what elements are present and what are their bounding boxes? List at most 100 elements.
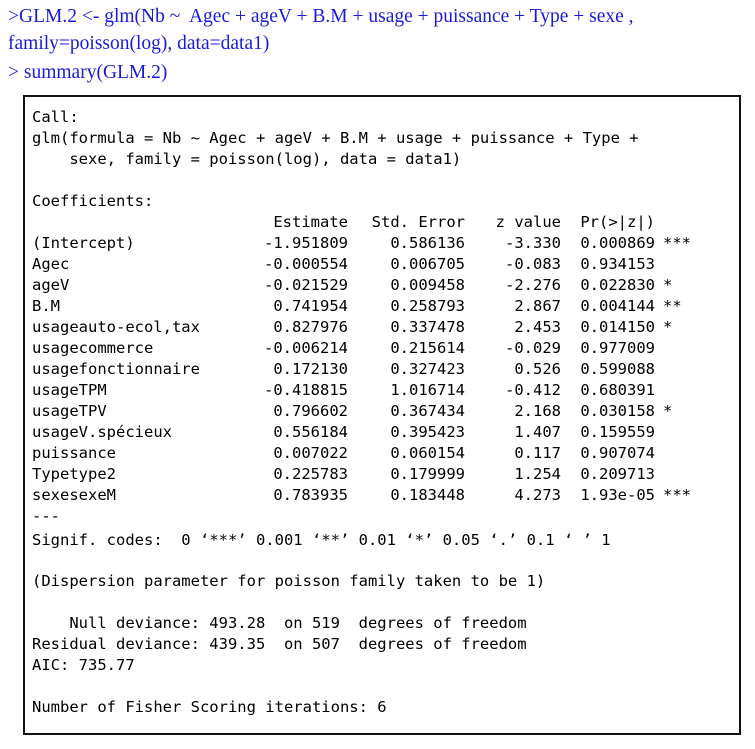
dispersion-note: (Dispersion parameter for poisson family…: [32, 572, 546, 590]
cell-term: usagefonctionnaire: [32, 360, 200, 378]
cell-z-value: 4.273: [514, 486, 561, 504]
cell-std-error: 0.006705: [390, 255, 465, 273]
cell-term: B.M: [32, 297, 60, 315]
table-row: sexesexeM 0.783935 0.183448 4.273 1.93e-05 **…: [32, 485, 703, 506]
residual-deviance: Residual deviance: 439.35 on 507 degrees…: [32, 635, 527, 653]
call-line-2: sexe, family = poisson(log), data = data…: [32, 150, 462, 168]
cell-signif: [655, 422, 703, 443]
header-std-error: Std. Error: [371, 213, 465, 231]
table-row: usagefonctionnaire 0.172130 0.327423 0.526 0…: [32, 359, 703, 380]
cell-estimate: 0.007022: [273, 444, 348, 462]
cell-z-value: -3.330: [505, 234, 561, 252]
table-row: Typetype2 0.225783 0.179999 1.254 0.209713: [32, 464, 703, 485]
cell-std-error: 0.009458: [390, 276, 465, 294]
cell-term: (Intercept): [32, 234, 135, 252]
cell-std-error: 0.215614: [390, 339, 465, 357]
cell-estimate: 0.741954: [273, 297, 348, 315]
cell-estimate: 0.225783: [273, 465, 348, 483]
cell-z-value: 0.526: [514, 360, 561, 378]
cell-p-value: 0.004144: [580, 297, 655, 315]
header-z-value: z value: [495, 213, 561, 231]
cell-z-value: 1.254: [514, 465, 561, 483]
command-line-3: > summary(GLM.2): [8, 62, 168, 83]
null-deviance: Null deviance: 493.28 on 519 degrees of …: [32, 614, 527, 632]
cell-term: usageTPM: [32, 381, 107, 399]
table-row: usageV.spécieux 0.556184 0.395423 1.407 0.15…: [32, 422, 703, 443]
header-p-value: Pr(>|z|): [580, 213, 655, 231]
cell-signif: *: [663, 318, 673, 336]
cell-std-error: 0.258793: [390, 297, 465, 315]
coefficients-label: Coefficients:: [32, 192, 154, 210]
table-row: puissance 0.007022 0.060154 0.117 0.907074: [32, 443, 703, 464]
cell-estimate: -0.021529: [264, 276, 348, 294]
cell-p-value: 0.022830: [580, 276, 655, 294]
cell-term: usageauto-ecol,tax: [32, 318, 200, 336]
header-term: [32, 212, 232, 233]
signif-codes: Signif. codes: 0 ‘***’ 0.001 ‘**’ 0.01 ‘…: [32, 531, 611, 549]
cell-std-error: 0.367434: [390, 402, 465, 420]
cell-term: usageV.spécieux: [32, 423, 172, 441]
cell-estimate: 0.796602: [273, 402, 348, 420]
separator: ---: [32, 507, 60, 525]
cell-estimate: -0.000554: [264, 255, 348, 273]
cell-z-value: 1.407: [514, 423, 561, 441]
cell-signif: *: [663, 276, 673, 294]
cell-z-value: 2.453: [514, 318, 561, 336]
cell-z-value: -2.276: [505, 276, 561, 294]
cell-signif: [655, 464, 703, 485]
command-line-1: >GLM.2 <- glm(Nb ~ Agec + ageV + B.M + u…: [8, 6, 634, 27]
cell-signif: ***: [663, 234, 691, 252]
table-row: usageTPM -0.418815 1.016714 -0.412 0.680391: [32, 380, 703, 401]
cell-p-value: 0.159559: [580, 423, 655, 441]
cell-std-error: 0.586136: [390, 234, 465, 252]
cell-signif: ***: [663, 486, 691, 504]
table-row: usageauto-ecol,tax 0.827976 0.337478 2.453 0…: [32, 317, 703, 338]
cell-std-error: 0.395423: [390, 423, 465, 441]
cell-p-value: 0.209713: [580, 465, 655, 483]
cell-signif: [655, 380, 703, 401]
cell-z-value: 2.867: [514, 297, 561, 315]
aic: AIC: 735.77: [32, 656, 135, 674]
cell-signif: [655, 338, 703, 359]
table-row: (Intercept) -1.951809 0.586136 -3.330 0.0008…: [32, 233, 703, 254]
cell-signif: *: [663, 402, 673, 420]
cell-p-value: 0.599088: [580, 360, 655, 378]
fisher-iterations: Number of Fisher Scoring iterations: 6: [32, 698, 387, 716]
table-row: B.M 0.741954 0.258793 2.867 0.004144 **: [32, 296, 703, 317]
cell-p-value: 0.680391: [580, 381, 655, 399]
cell-estimate: 0.783935: [273, 486, 348, 504]
table-row: ageV -0.021529 0.009458 -2.276 0.022830 *: [32, 275, 703, 296]
cell-estimate: -0.006214: [264, 339, 348, 357]
cell-term: puissance: [32, 444, 116, 462]
cell-std-error: 0.179999: [390, 465, 465, 483]
cell-term: ageV: [32, 276, 70, 294]
header-estimate: Estimate: [273, 213, 348, 231]
cell-signif: [655, 443, 703, 464]
cell-estimate: 0.827976: [273, 318, 348, 336]
table-row: usageTPV 0.796602 0.367434 2.168 0.030158 *: [32, 401, 703, 422]
cell-z-value: -0.083: [505, 255, 561, 273]
cell-term: sexesexeM: [32, 486, 116, 504]
table-row: usagecommerce -0.006214 0.215614 -0.029 0.97…: [32, 338, 703, 359]
cell-p-value: 0.907074: [580, 444, 655, 462]
command-line-2: family=poisson(log), data=data1): [8, 33, 270, 54]
cell-term: usagecommerce: [32, 339, 154, 357]
cell-term: Agec: [32, 255, 70, 273]
table-header-row: Estimate Std. Error z value Pr(>|z|): [32, 212, 703, 233]
cell-z-value: 0.117: [514, 444, 561, 462]
cell-std-error: 0.337478: [390, 318, 465, 336]
call-line-1: glm(formula = Nb ~ Agec + ageV + B.M + u…: [32, 129, 639, 147]
cell-estimate: 0.556184: [273, 423, 348, 441]
cell-term: Typetype2: [32, 465, 116, 483]
cell-estimate: -1.951809: [264, 234, 348, 252]
cell-signif: **: [663, 297, 682, 315]
cell-z-value: -0.412: [505, 381, 561, 399]
cell-z-value: -0.029: [505, 339, 561, 357]
call-label: Call:: [32, 108, 79, 126]
cell-std-error: 1.016714: [390, 381, 465, 399]
cell-std-error: 0.060154: [390, 444, 465, 462]
cell-p-value: 0.934153: [580, 255, 655, 273]
cell-p-value: 0.014150: [580, 318, 655, 336]
cell-estimate: -0.418815: [264, 381, 348, 399]
cell-p-value: 0.977009: [580, 339, 655, 357]
